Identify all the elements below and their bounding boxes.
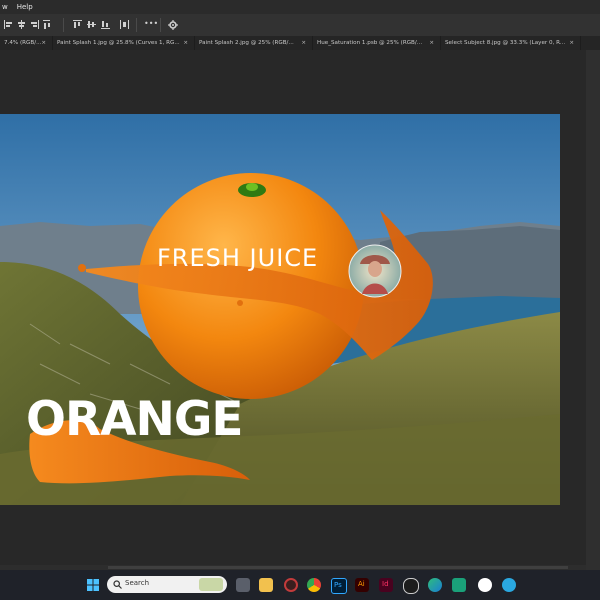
indesign-icon[interactable]: Id: [379, 578, 393, 592]
fresh-juice-headline: FRESH JUICE: [157, 244, 319, 272]
close-icon[interactable]: ×: [429, 36, 434, 50]
search-placeholder: Search: [125, 579, 150, 587]
avatar-face: [368, 261, 382, 277]
search-icon: [113, 580, 122, 589]
orange-big-text: ORANGE: [26, 392, 244, 447]
edge-icon[interactable]: [428, 578, 442, 592]
tab-label: Paint Splash 2.jpg @ 25% (RGB/...: [199, 40, 294, 46]
search-highlight-icon: [199, 578, 223, 591]
windows-start-icon[interactable]: [87, 579, 99, 591]
splash-drop: [237, 300, 243, 306]
align-bottom-icon[interactable]: [101, 20, 110, 29]
gear-icon[interactable]: [168, 20, 178, 30]
vpn-icon[interactable]: [502, 578, 516, 592]
menu-help[interactable]: Help: [17, 3, 33, 11]
media-player-icon[interactable]: [403, 578, 419, 594]
tab-label: Hue_Saturation 1.psb @ 25% (RGB/...: [317, 40, 423, 46]
close-icon[interactable]: ×: [183, 36, 188, 50]
options-bar: •••: [0, 14, 600, 37]
align-middle-icon[interactable]: [87, 20, 96, 29]
task-view-icon[interactable]: [236, 578, 250, 592]
orange-stem-icon: [238, 183, 266, 197]
align-left-icon[interactable]: [4, 20, 13, 29]
separator: [63, 18, 64, 32]
taskbar: Search Ps Ai Id: [0, 570, 600, 600]
chrome-icon[interactable]: [307, 578, 321, 592]
align-center-icon[interactable]: [17, 20, 26, 29]
taskbar-search[interactable]: Search: [107, 576, 227, 593]
tab-label: Paint Splash 1.jpg @ 25.8% (Curves 1, RG…: [57, 40, 180, 46]
tab-paint-splash-2[interactable]: Paint Splash 2.jpg @ 25% (RGB/... ×: [195, 36, 313, 50]
menu-bar: w Help: [0, 0, 600, 14]
tab-select-subject[interactable]: Select Subject 8.jpg @ 33.3% (Layer 0, R…: [441, 36, 581, 50]
more-options-button[interactable]: •••: [144, 19, 158, 28]
tab-label: 7.4% (RGB/...: [4, 40, 42, 46]
tab-hue-saturation[interactable]: Hue_Saturation 1.psb @ 25% (RGB/... ×: [313, 36, 441, 50]
davinci-icon[interactable]: [284, 578, 298, 592]
app-icon[interactable]: [478, 578, 492, 592]
tab-paint-splash-1[interactable]: Paint Splash 1.jpg @ 25.8% (Curves 1, RG…: [53, 36, 195, 50]
tab-document-1[interactable]: 7.4% (RGB/... ×: [0, 36, 53, 50]
separator: [136, 18, 137, 32]
close-icon[interactable]: ×: [569, 36, 574, 50]
file-explorer-icon[interactable]: [259, 578, 273, 592]
close-icon[interactable]: ×: [41, 36, 46, 50]
align-right-icon[interactable]: [30, 20, 39, 29]
security-icon[interactable]: [452, 578, 466, 592]
illustrator-icon[interactable]: Ai: [355, 578, 369, 592]
right-panel-strip: [586, 50, 600, 570]
menu-window[interactable]: w: [2, 3, 8, 11]
document-tabs: 7.4% (RGB/... × Paint Splash 1.jpg @ 25.8…: [0, 36, 600, 50]
document-canvas[interactable]: FRESH JUICE ORANGE: [0, 114, 560, 505]
tab-label: Select Subject 8.jpg @ 33.3% (Layer 0, R…: [445, 40, 566, 46]
separator: [160, 18, 161, 32]
photoshop-icon[interactable]: Ps: [331, 578, 347, 594]
distribute-icon[interactable]: [120, 20, 129, 29]
align-top-icon[interactable]: [73, 20, 82, 29]
align-extra-icon[interactable]: [43, 20, 52, 29]
close-icon[interactable]: ×: [301, 36, 306, 50]
splash-drop: [78, 264, 86, 272]
scrollbar-thumb[interactable]: [108, 566, 568, 569]
